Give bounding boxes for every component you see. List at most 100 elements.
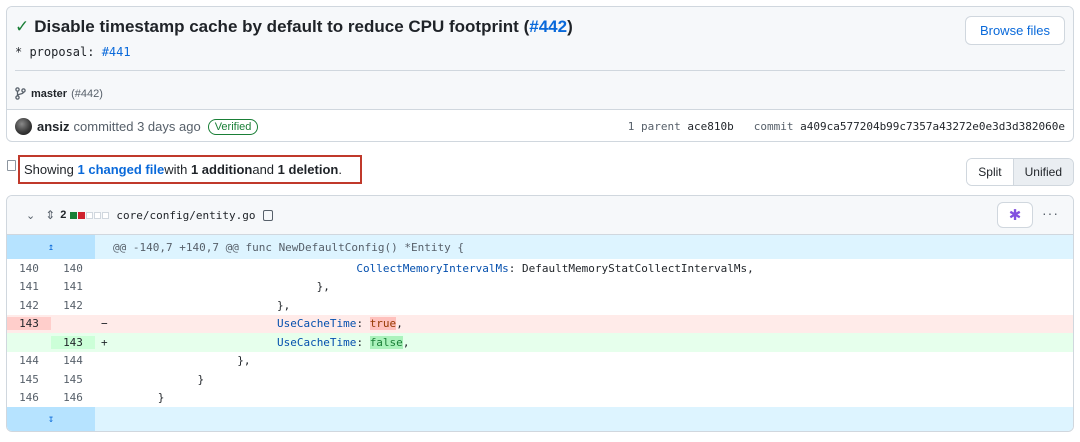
changed-files-link[interactable]: 1 changed file bbox=[78, 162, 165, 177]
code-key: UseCacheTime bbox=[276, 317, 357, 331]
new-line-number[interactable]: 144 bbox=[51, 354, 95, 367]
parent-sha[interactable]: ace810b bbox=[687, 120, 733, 133]
old-line-number[interactable]: 146 bbox=[7, 391, 51, 404]
old-line-number[interactable]: 140 bbox=[7, 262, 51, 275]
new-line-number[interactable]: 146 bbox=[51, 391, 95, 404]
hunk-footer: ↧ bbox=[7, 407, 1073, 431]
hunk-header-text: @@ -140,7 +140,7 @@ func NewDefaultConfi… bbox=[113, 240, 464, 254]
diffstat-delete-block bbox=[78, 211, 86, 219]
hunk-header: ↥ @@ -140,7 +140,7 @@ func NewDefaultCon… bbox=[7, 235, 1073, 259]
expand-all-icon[interactable]: ⇕ bbox=[45, 208, 55, 222]
file-header: ⌄ ⇕ 2 core/config/entity.go ✱ ··· bbox=[7, 196, 1073, 235]
divider bbox=[7, 109, 1073, 110]
old-line-number[interactable]: 142 bbox=[7, 299, 51, 312]
additions-count: 1 addition bbox=[190, 162, 253, 177]
code-end: , bbox=[402, 335, 410, 349]
issue-link[interactable]: #442 bbox=[529, 17, 567, 37]
copilot-icon[interactable]: ✱ bbox=[997, 202, 1033, 228]
author-info: ansiz committed 3 days ago Verified bbox=[15, 118, 259, 135]
proposal-link[interactable]: #441 bbox=[102, 45, 131, 59]
new-line-number[interactable]: 142 bbox=[51, 299, 95, 312]
browse-files-button[interactable]: Browse files bbox=[965, 16, 1065, 45]
chevron-down-icon[interactable]: ⌄ bbox=[26, 209, 35, 222]
file-tree-toggle-icon[interactable] bbox=[7, 160, 16, 171]
commit-sha: a409ca577204b99c7357a43272e0e3d3d382060e bbox=[800, 120, 1065, 133]
code-line: } bbox=[118, 391, 165, 405]
file-path[interactable]: core/config/entity.go bbox=[116, 209, 255, 222]
commit-label: commit bbox=[753, 120, 794, 133]
code-line: }, bbox=[118, 280, 330, 294]
commit-title-text: Disable timestamp cache by default to re… bbox=[34, 17, 530, 36]
diff-line: 140 140 CollectMemoryIntervalMs: Default… bbox=[7, 259, 1073, 278]
code-value-added: false bbox=[369, 335, 403, 349]
summary-and: and bbox=[252, 162, 275, 177]
diffstat-neutral-block bbox=[102, 211, 110, 219]
diffstat-neutral-block bbox=[86, 211, 94, 219]
code-value-removed: true bbox=[369, 317, 397, 331]
diff-sign: + bbox=[101, 335, 108, 349]
summary-end: . bbox=[338, 162, 342, 177]
diff-line: 144 144 }, bbox=[7, 352, 1073, 371]
old-line-number[interactable]: 141 bbox=[7, 280, 51, 293]
new-line-number[interactable]: 145 bbox=[51, 373, 95, 386]
branch-icon bbox=[15, 87, 26, 100]
verified-badge[interactable]: Verified bbox=[207, 118, 259, 135]
code-rest: : DefaultMemoryStatCollectIntervalMs, bbox=[508, 261, 754, 275]
commit-shas: 1 parent ace810b commit a409ca577204b99c… bbox=[628, 120, 1065, 133]
new-line-number[interactable]: 141 bbox=[51, 280, 95, 293]
summary-prefix: Showing bbox=[24, 162, 74, 177]
diffstat-blocks bbox=[70, 211, 110, 219]
unified-view-button[interactable]: Unified bbox=[1013, 159, 1073, 185]
commit-title-area: ✓ Disable timestamp cache by default to … bbox=[7, 7, 1073, 109]
old-line-number[interactable]: 143 bbox=[7, 317, 51, 331]
expand-down-icon[interactable]: ↧ bbox=[7, 407, 95, 431]
branch-info: master (#442) bbox=[15, 87, 103, 100]
code-end: , bbox=[396, 317, 403, 331]
commit-description: * proposal: #441 bbox=[15, 45, 131, 59]
avatar[interactable] bbox=[15, 118, 32, 135]
code-key: CollectMemoryIntervalMs bbox=[356, 261, 509, 275]
commit-title-end: ) bbox=[567, 17, 573, 36]
copy-icon[interactable] bbox=[259, 209, 274, 225]
file-diff: ⌄ ⇕ 2 core/config/entity.go ✱ ··· ↥ @@ -… bbox=[6, 195, 1074, 432]
diffstat-neutral-block bbox=[94, 211, 102, 219]
branch-pr[interactable]: (#442) bbox=[71, 88, 103, 100]
commit-title: ✓ Disable timestamp cache by default to … bbox=[15, 17, 573, 37]
divider bbox=[15, 70, 1065, 71]
author-name[interactable]: ansiz bbox=[37, 119, 70, 134]
expand-up-icon[interactable]: ↥ bbox=[7, 235, 95, 259]
code-key: UseCacheTime bbox=[276, 335, 357, 349]
description-prefix: * proposal: bbox=[15, 45, 102, 59]
new-line-number[interactable]: 140 bbox=[51, 262, 95, 275]
code-colon: : bbox=[356, 335, 370, 349]
branch-link[interactable]: master bbox=[31, 88, 67, 100]
code-line: CollectMemoryIntervalMs: DefaultMemorySt… bbox=[118, 262, 1073, 275]
code-line: }, bbox=[118, 354, 251, 368]
summary-with: with bbox=[164, 162, 188, 177]
diff-sign: − bbox=[101, 317, 108, 331]
diff-summary: Showing 1 changed file with 1 addition a… bbox=[18, 155, 362, 184]
new-line-number[interactable]: 143 bbox=[51, 335, 95, 349]
code-line: } bbox=[118, 372, 205, 386]
split-view-button[interactable]: Split bbox=[967, 159, 1014, 185]
diff-line: 146 146 } bbox=[7, 389, 1073, 408]
change-count: 2 bbox=[60, 209, 67, 221]
diff-lines: ↥ @@ -140,7 +140,7 @@ func NewDefaultCon… bbox=[7, 235, 1073, 431]
diff-line: 145 145 } bbox=[7, 370, 1073, 389]
committed-time: committed 3 days ago bbox=[73, 119, 201, 134]
deleted-line: 143 − UseCacheTime: true, bbox=[7, 314, 1073, 333]
deletions-count: 1 deletion bbox=[277, 162, 339, 177]
code-line: }, bbox=[118, 298, 291, 312]
check-icon: ✓ bbox=[15, 17, 30, 36]
diff-view-toggle: Split Unified bbox=[966, 158, 1074, 186]
parent-label: 1 parent bbox=[627, 120, 681, 133]
commit-header: ✓ Disable timestamp cache by default to … bbox=[6, 6, 1074, 142]
old-line-number[interactable]: 145 bbox=[7, 373, 51, 386]
code-line: UseCacheTime: true, bbox=[118, 317, 1073, 331]
code-line: UseCacheTime: false, bbox=[118, 335, 1073, 349]
more-options-icon[interactable]: ··· bbox=[1042, 205, 1059, 221]
old-line-number[interactable]: 144 bbox=[7, 354, 51, 367]
